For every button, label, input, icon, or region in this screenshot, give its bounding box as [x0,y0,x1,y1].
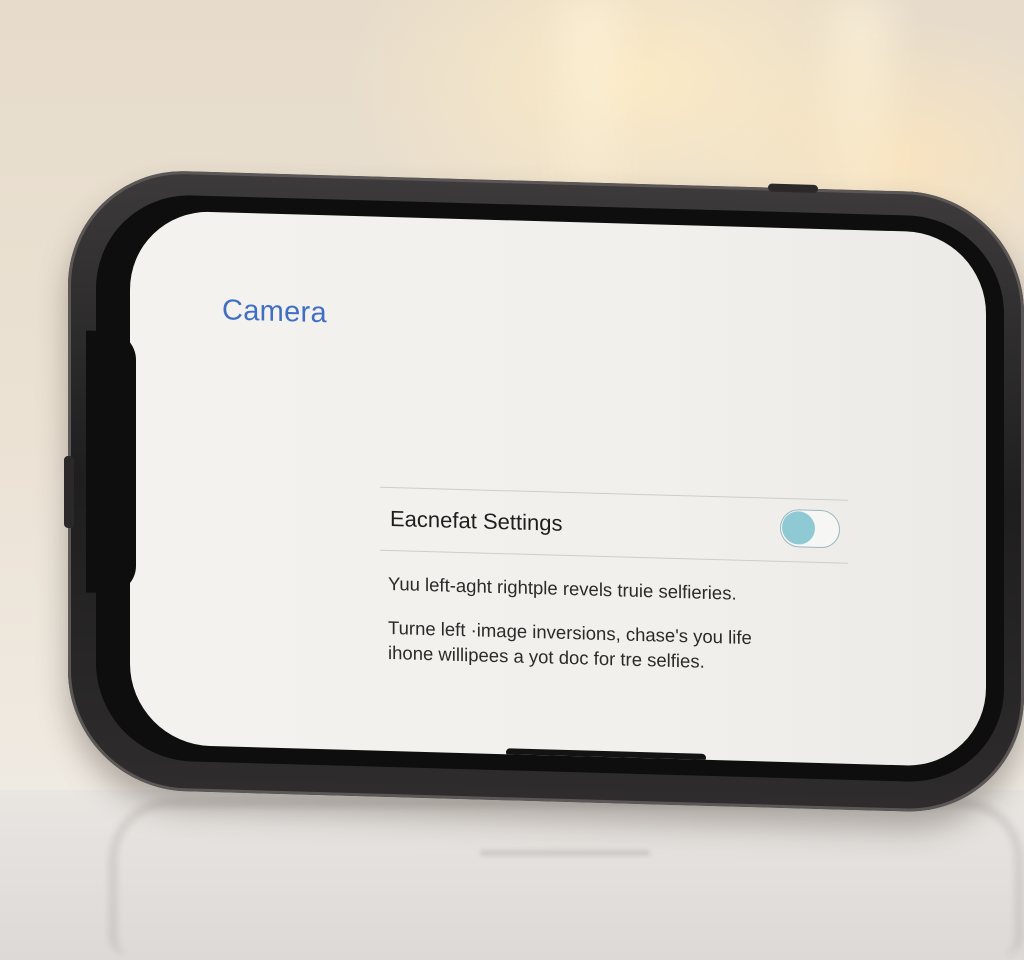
phone-bezel: Camera Eacnefat Settings Yuu left-aght r… [86,192,1004,785]
photo-scene: Camera Eacnefat Settings Yuu left-aght r… [0,0,1024,960]
back-link-camera[interactable]: Camera [222,294,327,330]
setting-label: Eacnefat Settings [390,505,563,536]
phone: Camera Eacnefat Settings Yuu left-aght r… [64,168,1024,815]
home-indicator[interactable] [506,748,706,762]
notch-highlight [162,426,172,595]
description-text: Yuu left-aght rightple revels truie self… [388,572,737,604]
settings-row[interactable]: Eacnefat Settings [380,486,848,564]
settings-toggle[interactable] [780,508,840,549]
side-button [64,455,74,529]
description-text-secondary: Turne left ·image inversions, chase's yo… [388,615,808,677]
top-button [768,183,818,193]
toggle-knob [782,510,815,545]
camera-notch [86,330,136,594]
phone-screen: Camera Eacnefat Settings Yuu left-aght r… [130,209,986,768]
reflection-home-bar [480,850,650,856]
phone-reflection [110,800,1022,956]
